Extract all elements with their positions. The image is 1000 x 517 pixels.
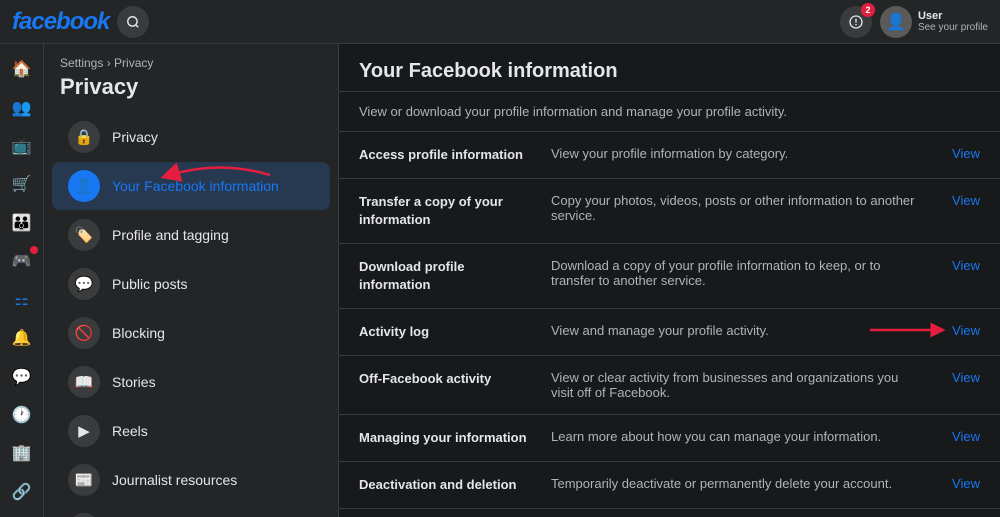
profile-tagging-icon: 🏷️ [68,219,100,251]
search-icon [126,15,140,29]
sidebar-item-privacy-label: Privacy [112,129,158,145]
sidebar-item-reels[interactable]: ▶ Reels [52,407,330,455]
reels-icon: ▶ [68,415,100,447]
row-off-facebook-desc: View or clear activity from businesses a… [551,370,920,400]
gaming-badge [30,246,38,254]
row-download-profile-desc: Download a copy of your profile informat… [551,258,920,288]
row-deactivation-action[interactable]: View [932,476,980,491]
row-download-profile-label: Download profile information [359,259,464,292]
nav-watch[interactable]: 📺 [4,129,40,163]
facebook-logo: facebook [12,8,109,36]
privacy-icon: 🔒 [68,121,100,153]
row-activity-log-action[interactable]: View [932,323,980,338]
sidebar-item-reaction-preferences[interactable]: 😊 Reaction preferences [52,505,330,517]
red-arrow-activity [870,315,950,345]
topbar-right: 2 👤 User See your profile [840,6,988,38]
row-deactivation: Deactivation and deletion Temporarily de… [339,462,1000,509]
reaction-preferences-icon: 😊 [68,513,100,517]
row-transfer-copy: Transfer a copy of your information Copy… [339,179,1000,244]
notification-badge: 2 [861,3,875,17]
sidebar-item-journalist-resources-label: Journalist resources [112,472,237,488]
nav-marketplace[interactable]: 🛒 [4,167,40,201]
nav-link[interactable]: 🔗 [4,475,40,509]
row-activity-log-label-container: Activity log [359,323,539,341]
sidebar-item-journalist-resources[interactable]: 📰 Journalist resources [52,456,330,504]
row-download-profile: Download profile information Download a … [339,244,1000,309]
nav-friends[interactable]: 👥 [4,90,40,124]
stories-icon: 📖 [68,366,100,398]
avatar-button[interactable]: 👤 [880,6,912,38]
row-managing-info: Managing your information Learn more abo… [339,415,1000,462]
user-profile-area: 👤 User See your profile [880,6,988,38]
row-access-profile-desc: View your profile information by categor… [551,146,920,161]
row-access-profile-label: Access profile information [359,147,523,162]
topbar-left: facebook [12,6,149,38]
breadcrumb: Settings › Privacy [44,56,338,74]
nav-home[interactable]: 🏠 [4,52,40,86]
row-off-facebook: Off-Facebook activity View or clear acti… [339,356,1000,415]
notification-button[interactable]: 2 [840,6,872,38]
nav-pages[interactable]: 🏢 [4,436,40,470]
row-managing-info-label-container: Managing your information [359,429,539,447]
sidebar-item-public-posts-label: Public posts [112,276,187,292]
row-managing-info-label: Managing your information [359,430,527,445]
sidebar-item-public-posts[interactable]: 💬 Public posts [52,260,330,308]
topbar: facebook 2 👤 User See your profile [0,0,1000,44]
row-managing-info-action[interactable]: View [932,429,980,444]
row-deactivation-label-container: Deactivation and deletion [359,476,539,494]
journalist-resources-icon: 📰 [68,464,100,496]
main-layout: 🏠 👥 📺 🛒 👪 🎮 ⚏ 🔔 💬 🕐 🏢 🔗 Settings › Priva… [0,44,1000,517]
sidebar-item-blocking-label: Blocking [112,325,165,341]
sidebar-item-your-facebook-information[interactable]: 👤 Your Facebook information [52,162,330,210]
row-activity-log-desc: View and manage your profile activity. [551,323,920,338]
public-posts-icon: 💬 [68,268,100,300]
nav-messages[interactable]: 💬 [4,359,40,393]
sidebar-item-blocking[interactable]: 🚫 Blocking [52,309,330,357]
bell-icon [848,14,864,30]
sidebar-item-privacy[interactable]: 🔒 Privacy [52,113,330,161]
row-transfer-copy-desc: Copy your photos, videos, posts or other… [551,193,920,223]
your-facebook-information-icon: 👤 [68,170,100,202]
row-transfer-copy-action[interactable]: View [932,193,980,208]
blocking-icon: 🚫 [68,317,100,349]
row-deactivation-desc: Temporarily deactivate or permanently de… [551,476,920,491]
row-activity-log-label: Activity log [359,324,429,339]
content-description: View or download your profile informatio… [339,92,1000,132]
row-off-facebook-label: Off-Facebook activity [359,371,491,386]
row-access-profile: Access profile information View your pro… [339,132,1000,179]
sidebar-item-profile-and-tagging[interactable]: 🏷️ Profile and tagging [52,211,330,259]
sidebar-item-stories-label: Stories [112,374,156,390]
row-managing-info-desc: Learn more about how you can manage your… [551,429,920,444]
sidebar-item-stories[interactable]: 📖 Stories [52,358,330,406]
row-access-profile-label-container: Access profile information [359,146,539,164]
row-download-profile-label-container: Download profile information [359,258,539,294]
nav-gaming[interactable]: 🎮 [4,244,40,278]
row-transfer-copy-label: Transfer a copy of your information [359,194,503,227]
row-activity-log: Activity log View and manage your profil… [339,309,1000,356]
row-off-facebook-label-container: Off-Facebook activity [359,370,539,388]
settings-title: Privacy [44,74,338,112]
sidebar-item-profile-and-tagging-label: Profile and tagging [112,227,229,243]
nav-apps[interactable]: ⚏ [4,283,40,317]
settings-sidebar: Settings › Privacy Privacy 🔒 Privacy 👤 Y… [44,44,339,517]
row-download-profile-action[interactable]: View [932,258,980,273]
row-transfer-copy-label-container: Transfer a copy of your information [359,193,539,229]
sidebar-item-your-facebook-information-label: Your Facebook information [112,178,279,194]
breadcrumb-settings-link[interactable]: Settings [60,56,103,70]
user-info: User See your profile [918,10,988,33]
nav-clock[interactable]: 🕐 [4,398,40,432]
nav-notifications[interactable]: 🔔 [4,321,40,355]
row-off-facebook-action[interactable]: View [932,370,980,385]
sidebar-item-reels-label: Reels [112,423,148,439]
nav-groups[interactable]: 👪 [4,206,40,240]
row-access-profile-action[interactable]: View [932,146,980,161]
icon-sidebar: 🏠 👥 📺 🛒 👪 🎮 ⚏ 🔔 💬 🕐 🏢 🔗 [0,44,44,517]
row-deactivation-label: Deactivation and deletion [359,477,516,492]
main-content: Your Facebook information View or downlo… [339,44,1000,517]
search-button[interactable] [117,6,149,38]
content-title: Your Facebook information [339,44,1000,92]
